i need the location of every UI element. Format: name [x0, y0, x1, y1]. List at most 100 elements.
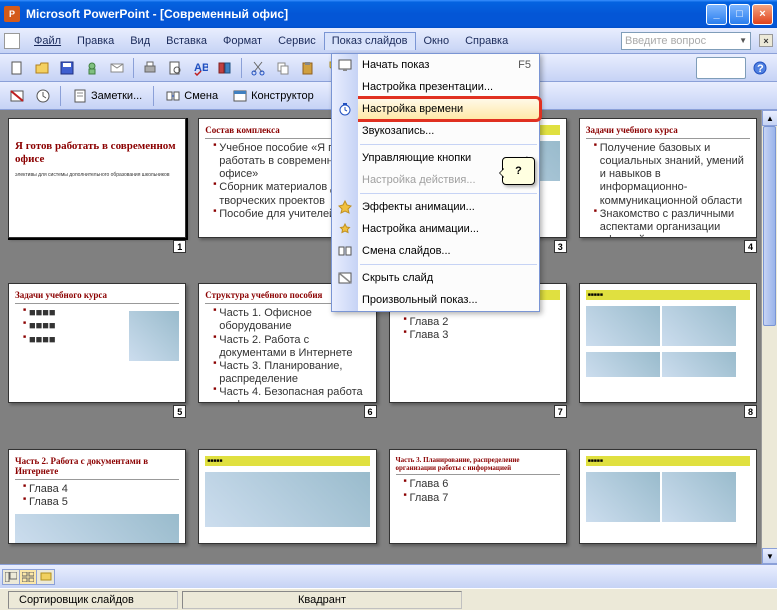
menu-custom-shows[interactable]: Произвольный показ... [332, 289, 539, 311]
menu-file[interactable]: Файл [26, 32, 69, 50]
title-bar: P Microsoft PowerPoint - [Современный оф… [0, 0, 777, 28]
paste-button[interactable] [297, 57, 319, 79]
menu-view[interactable]: Вид [122, 32, 158, 50]
separator [153, 86, 154, 106]
minimize-button[interactable]: _ [706, 4, 727, 25]
slide-thumbnail[interactable]: ■■■■■ [198, 449, 376, 544]
scroll-thumb[interactable] [763, 126, 776, 326]
status-bar: Сортировщик слайдов Квадрант [0, 588, 777, 610]
menu-window[interactable]: Окно [416, 32, 458, 50]
menu-separator [360, 144, 537, 145]
menu-record-narration[interactable]: Звукозапись... [332, 120, 539, 142]
help-button[interactable]: ? [749, 57, 771, 79]
new-button[interactable] [6, 57, 28, 79]
menu-bar: Файл Правка Вид Вставка Формат Сервис По… [0, 28, 777, 54]
separator [60, 86, 61, 106]
separator [133, 58, 134, 78]
doc-close-button[interactable]: × [759, 34, 773, 47]
menu-format[interactable]: Формат [215, 32, 270, 50]
scroll-up-button[interactable]: ▲ [762, 110, 777, 126]
slide-thumbnail[interactable]: Часть 3. Планирование, распределение орг… [389, 449, 567, 544]
slide-thumbnail[interactable]: ■■■■■ [579, 283, 757, 403]
clock-icon [337, 101, 353, 117]
play-icon [337, 57, 353, 73]
menu-slide-transition[interactable]: Смена слайдов... [332, 240, 539, 262]
custom-animation-icon [337, 221, 353, 237]
copy-button[interactable] [272, 57, 294, 79]
slide-cell[interactable]: Задачи учебного курса Получение базовых … [579, 118, 757, 265]
slide-cell[interactable]: ■■■■■ 8 [579, 283, 757, 430]
save-button[interactable] [56, 57, 78, 79]
menu-slideshow[interactable]: Показ слайдов [324, 32, 416, 50]
window-buttons: _ □ × [706, 4, 773, 25]
slide-cell[interactable]: Часть 2. Работа с документами в Интернет… [8, 449, 186, 556]
research-button[interactable] [214, 57, 236, 79]
vertical-scrollbar[interactable]: ▲ ▼ [761, 110, 777, 564]
preview-button[interactable] [164, 57, 186, 79]
sorter-view-button[interactable] [20, 570, 37, 584]
design-button[interactable]: Конструктор [227, 85, 319, 107]
menu-separator [360, 193, 537, 194]
menu-custom-animation[interactable]: Настройка анимации... [332, 218, 539, 240]
menu-separator [360, 264, 537, 265]
slide-cell[interactable]: ■■■■■ [579, 449, 757, 556]
transition-icon [337, 243, 353, 259]
menu-setup-show[interactable]: Настройка презентации... [332, 76, 539, 98]
slide-number: 7 [554, 405, 567, 418]
slide-thumbnail[interactable]: Я готов работать в современном офисе эле… [8, 118, 186, 238]
app-icon: P [4, 6, 20, 22]
window-title: Microsoft PowerPoint - [Современный офис… [26, 7, 706, 21]
slide-number: 1 [173, 240, 186, 253]
status-view-label: Сортировщик слайдов [8, 591, 178, 609]
email-button[interactable] [106, 57, 128, 79]
document-icon[interactable] [4, 33, 20, 49]
slide-number: 6 [364, 405, 377, 418]
menu-edit[interactable]: Правка [69, 32, 122, 50]
ask-placeholder: Введите вопрос [625, 35, 706, 47]
menu-tools[interactable]: Сервис [270, 32, 324, 50]
view-buttons-bar [0, 564, 777, 588]
menu-rehearse-timings[interactable]: Настройка времени [332, 98, 539, 120]
view-buttons [2, 569, 55, 585]
help-callout[interactable]: ? [502, 157, 535, 185]
svg-text:ABC: ABC [194, 62, 208, 74]
menu-help[interactable]: Справка [457, 32, 516, 50]
animation-icon [337, 199, 353, 215]
slide-number: 4 [744, 240, 757, 253]
slide-number: 8 [744, 405, 757, 418]
notes-button[interactable]: Заметки... [67, 85, 147, 107]
permission-button[interactable] [81, 57, 103, 79]
scroll-down-button[interactable]: ▼ [762, 548, 777, 564]
slide-thumbnail[interactable]: ■■■■■ [579, 449, 757, 544]
slide-thumbnail[interactable]: Часть 2. Работа с документами в Интернет… [8, 449, 186, 544]
slideshow-view-button[interactable] [37, 570, 54, 584]
ask-question-input[interactable]: Введите вопрос ▼ [621, 32, 751, 50]
print-button[interactable] [139, 57, 161, 79]
menu-insert[interactable]: Вставка [158, 32, 215, 50]
dropdown-arrow-icon: ▼ [739, 36, 747, 45]
slide-thumbnail[interactable]: Задачи учебного курса Получение базовых … [579, 118, 757, 238]
open-button[interactable] [31, 57, 53, 79]
rehearse-button[interactable] [32, 85, 54, 107]
separator [241, 58, 242, 78]
slide-cell[interactable]: Часть 3. Планирование, распределение орг… [389, 449, 567, 556]
status-template-label: Квадрант [182, 591, 462, 609]
hide-slide-icon [337, 270, 353, 286]
hide-slide-button[interactable] [6, 85, 28, 107]
slide-number: 3 [554, 240, 567, 253]
slide-cell[interactable]: Я готов работать в современном офисе эле… [8, 118, 186, 265]
slide-cell[interactable]: ■■■■■ [198, 449, 376, 556]
menu-start-show[interactable]: Начать показ F5 [332, 54, 539, 76]
transition-button[interactable]: Смена [160, 85, 223, 107]
slide-cell[interactable]: Задачи учебного курса ■■■■■■■■■■■■ 5 [8, 283, 186, 430]
menu-hide-slide[interactable]: Скрыть слайд [332, 267, 539, 289]
zoom-dropdown[interactable] [696, 57, 746, 79]
menu-animation-schemes[interactable]: Эффекты анимации... [332, 196, 539, 218]
spelling-button[interactable]: ABC [189, 57, 211, 79]
cut-button[interactable] [247, 57, 269, 79]
normal-view-button[interactable] [3, 570, 20, 584]
svg-text:?: ? [757, 63, 764, 75]
maximize-button[interactable]: □ [729, 4, 750, 25]
slide-thumbnail[interactable]: Задачи учебного курса ■■■■■■■■■■■■ [8, 283, 186, 403]
close-button[interactable]: × [752, 4, 773, 25]
